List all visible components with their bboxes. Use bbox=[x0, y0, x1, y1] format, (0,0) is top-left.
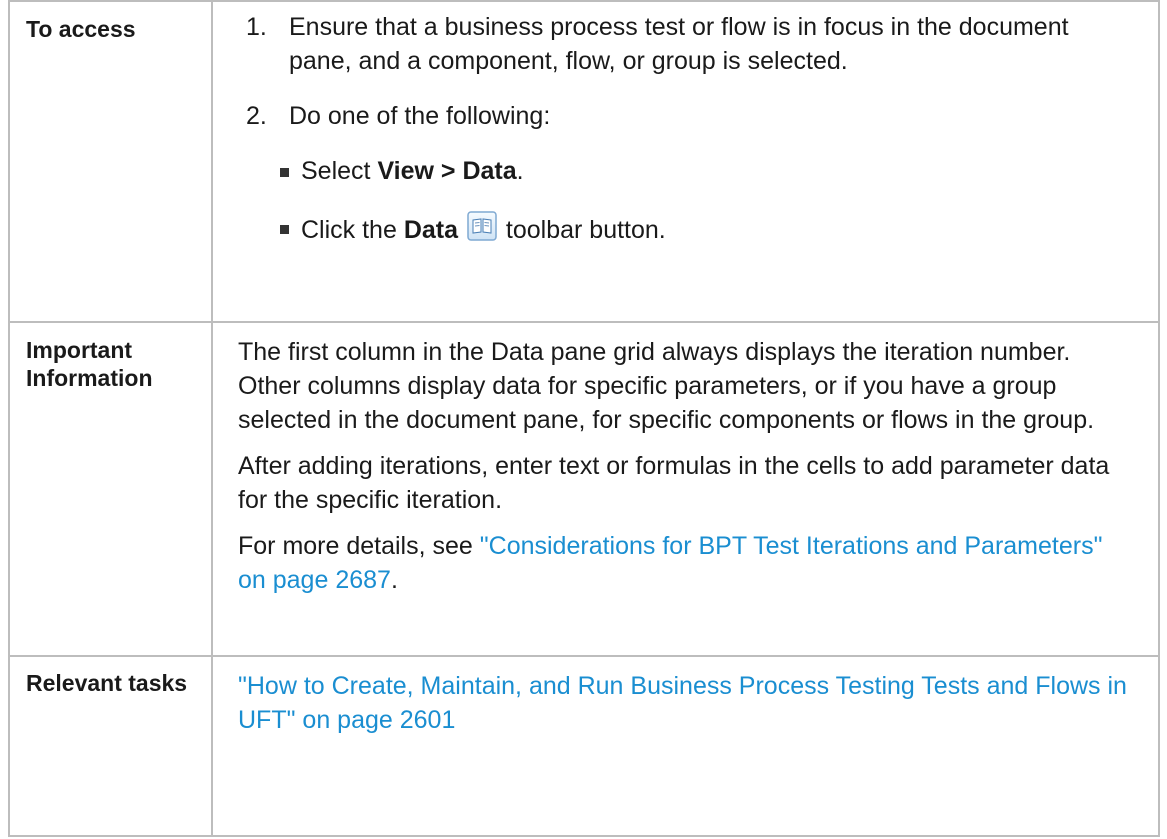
paragraph-2: After adding iterations, enter text or f… bbox=[238, 452, 1110, 514]
step-text: Ensure that a business process test or f… bbox=[289, 13, 1069, 75]
table-row-to-access: To access 1. Ensure that a business proc… bbox=[8, 0, 1160, 323]
data-book-icon bbox=[467, 211, 497, 241]
bullet-text-end: toolbar button. bbox=[498, 216, 666, 244]
row-body: The first column in the Data pane grid a… bbox=[211, 321, 1160, 657]
button-name: Data bbox=[403, 216, 458, 244]
bullet-square-icon bbox=[280, 225, 289, 234]
row-heading: To access bbox=[8, 0, 213, 323]
step-2: 2. Do one of the following: bbox=[238, 99, 1136, 133]
how-to-create-link[interactable]: "How to Create, Maintain, and Run Busine… bbox=[238, 672, 1127, 734]
step-number: 2. bbox=[246, 102, 267, 130]
bullet-square-icon bbox=[280, 168, 289, 177]
table-row-important-information: Important Information The first column i… bbox=[8, 321, 1160, 657]
row-body: "How to Create, Maintain, and Run Busine… bbox=[211, 655, 1160, 837]
bullet-text: Select bbox=[301, 157, 378, 185]
bullet-data-button: Click the Data toolbar button. bbox=[238, 211, 1136, 247]
paragraph-3: For more details, see "Considerations fo… bbox=[238, 529, 1136, 597]
bullet-view-data: Select View > Data. bbox=[238, 154, 1136, 188]
paragraph-text-end: . bbox=[390, 566, 398, 594]
table-row-relevant-tasks: Relevant tasks "How to Create, Maintain,… bbox=[8, 655, 1160, 837]
row-body: 1. Ensure that a business process test o… bbox=[211, 0, 1160, 323]
paragraph-1: The first column in the Data pane grid a… bbox=[238, 338, 1095, 434]
paragraph-text: For more details, see bbox=[238, 532, 480, 560]
reference-table: To access 1. Ensure that a business proc… bbox=[8, 0, 1160, 837]
step-1: 1. Ensure that a business process test o… bbox=[238, 2, 1136, 78]
bullet-text: Click the bbox=[301, 216, 404, 244]
menu-path: View > Data bbox=[377, 157, 517, 185]
step-number: 1. bbox=[246, 13, 267, 41]
row-heading: Relevant tasks bbox=[8, 655, 213, 837]
bullet-text-end: . bbox=[516, 157, 524, 185]
row-heading: Important Information bbox=[8, 321, 213, 657]
step-text: Do one of the following: bbox=[289, 102, 551, 130]
